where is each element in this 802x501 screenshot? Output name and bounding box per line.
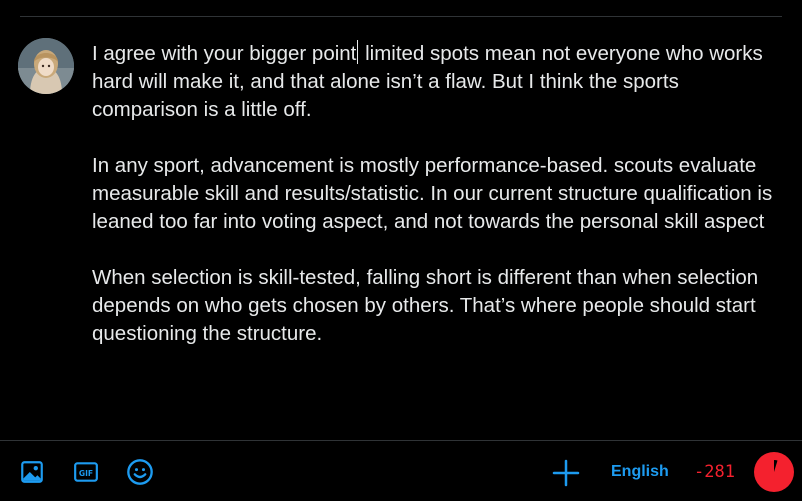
post-paragraph-2: In any sport, advancement is mostly perf… [92, 152, 782, 236]
gif-icon: GIF [74, 462, 98, 482]
add-media-button[interactable] [18, 458, 46, 486]
add-gif-button[interactable]: GIF [72, 458, 100, 486]
svg-text:GIF: GIF [79, 469, 93, 478]
emoji-icon [127, 459, 153, 485]
avatar [18, 38, 74, 94]
post-paragraph-3: When selection is skill-tested, falling … [92, 264, 782, 348]
paragraph-text: I agree with your bigger point [92, 42, 357, 65]
post-composer[interactable]: I agree with your bigger point limited s… [92, 40, 782, 376]
plus-icon [552, 459, 580, 487]
composer-toolbar: GIF English -281 [0, 441, 802, 501]
top-divider [20, 16, 782, 17]
limit-ring-icon [754, 452, 794, 492]
add-emoji-button[interactable] [126, 458, 154, 486]
image-icon [21, 461, 43, 483]
language-selector[interactable]: English [611, 463, 669, 481]
paragraph-text: In any sport, advancement is mostly perf… [92, 154, 773, 233]
paragraph-text: When selection is skill-tested, falling … [92, 266, 759, 345]
character-limit-indicator [754, 452, 794, 492]
avatar-image [18, 38, 74, 94]
add-post-button[interactable] [551, 458, 581, 488]
post-paragraph-1: I agree with your bigger point limited s… [92, 40, 782, 124]
character-count: -281 [694, 462, 735, 482]
